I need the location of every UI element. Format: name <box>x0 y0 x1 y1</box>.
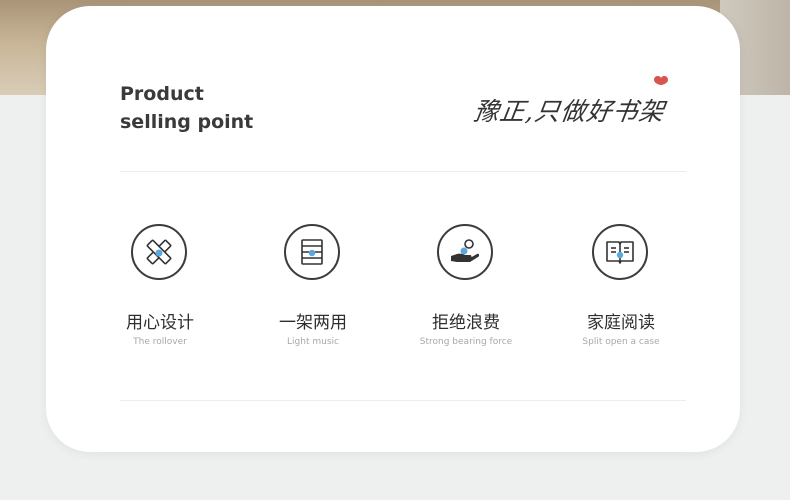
feature-subtitle: Split open a case <box>582 337 660 347</box>
feature-icon-frame <box>131 224 187 280</box>
selling-point-card: Product selling point 豫正,只做好书架 用心设计 The … <box>46 6 740 452</box>
feature-subtitle: The rollover <box>133 337 187 347</box>
open-book-icon <box>606 241 634 264</box>
hand-coin-icon <box>451 239 480 262</box>
feature-title: 拒绝浪费 <box>432 313 500 333</box>
feature-title: 一架两用 <box>279 313 347 333</box>
feature-icon-frame <box>284 224 340 280</box>
feature-subtitle: Strong bearing force <box>419 337 513 347</box>
feature-icon-frame <box>437 224 493 280</box>
heading-line-2: selling point <box>120 111 254 133</box>
feature-subtitle: Light music <box>287 337 339 347</box>
heading-line-1: Product <box>120 83 204 105</box>
divider-top <box>120 171 686 172</box>
section-heading: Product selling point <box>120 80 253 136</box>
brand-slogan: 豫正,只做好书架 <box>471 97 667 126</box>
shelf-icon <box>301 239 323 265</box>
feature-icon-frame <box>592 224 648 280</box>
heart-icon <box>654 75 668 85</box>
feature-title: 家庭阅读 <box>587 313 655 333</box>
feature-title: 用心设计 <box>126 313 194 333</box>
divider-bottom <box>120 400 686 401</box>
ruler-pencil-icon <box>146 239 172 265</box>
